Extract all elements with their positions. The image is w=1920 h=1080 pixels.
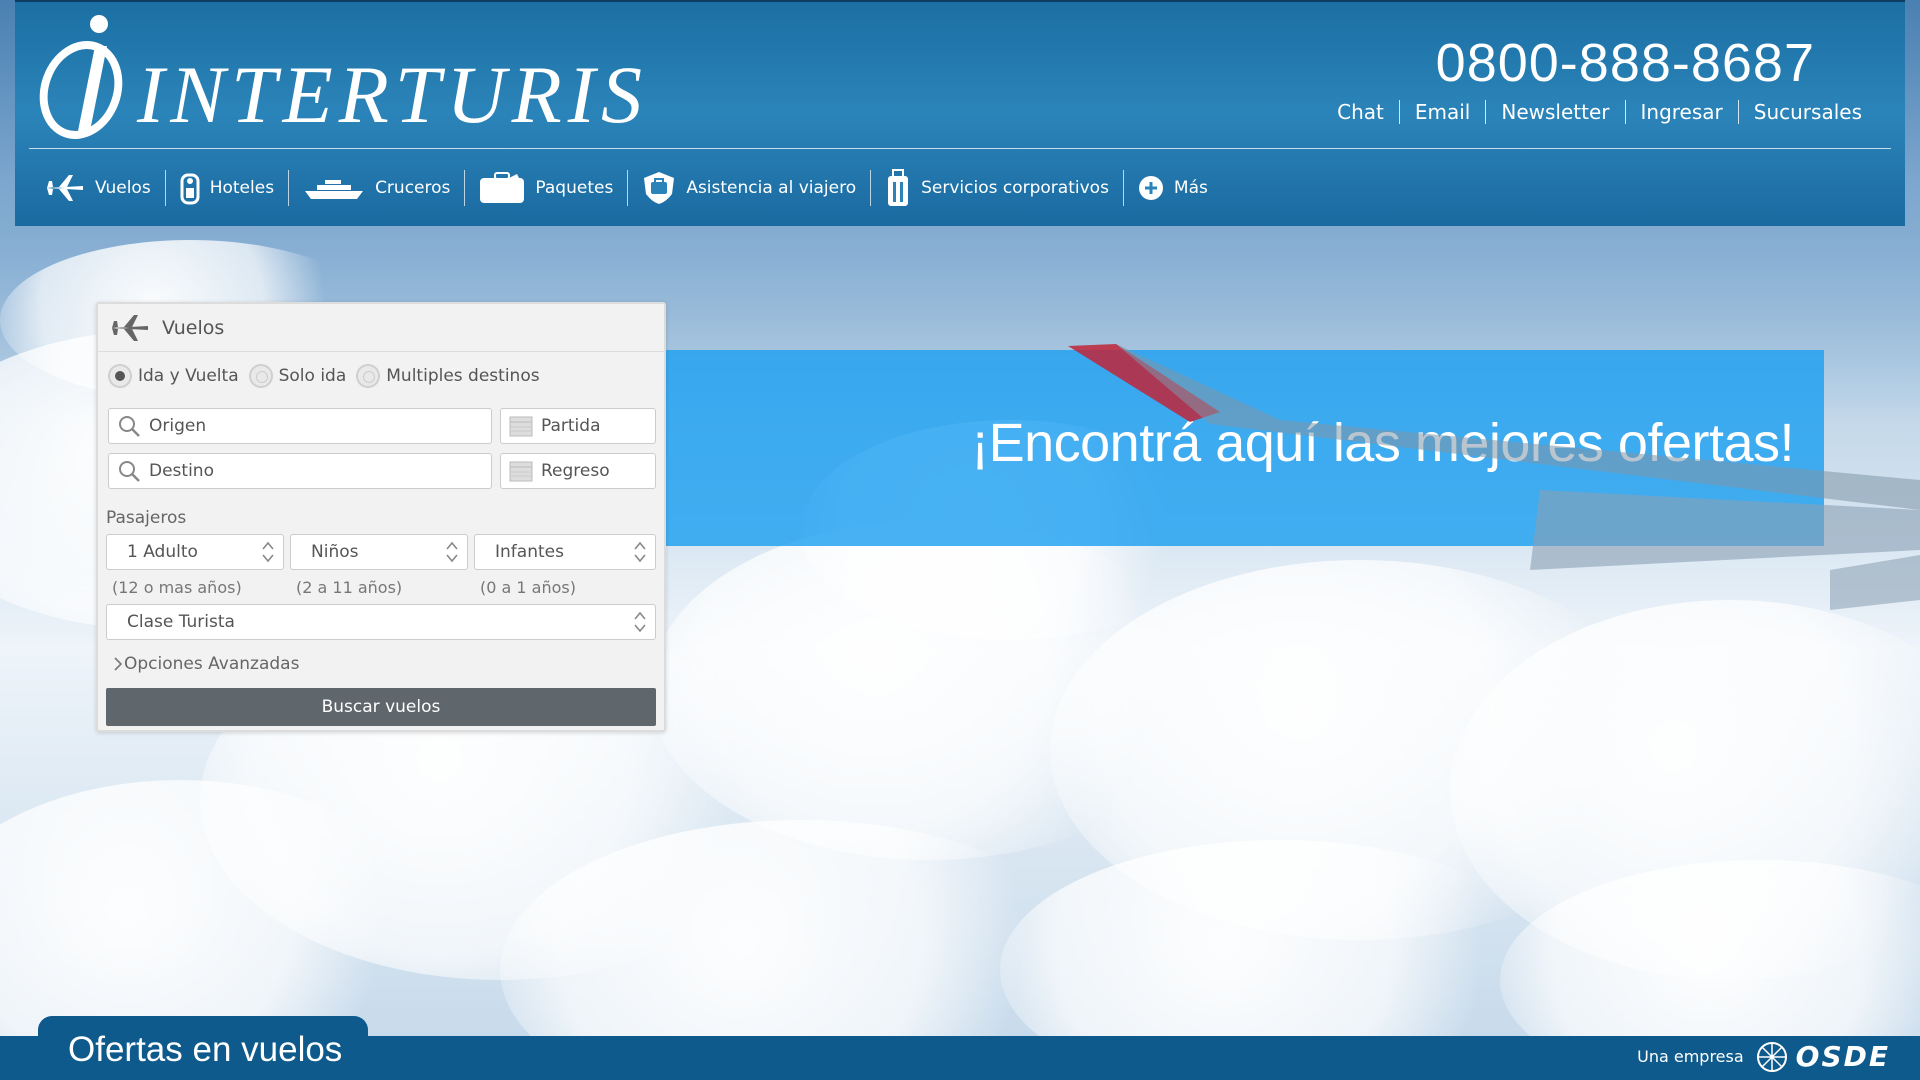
offers-tab[interactable]: Ofertas en vuelos bbox=[38, 1016, 368, 1080]
nav-label: Más bbox=[1173, 178, 1208, 198]
airplane-wing-image bbox=[1068, 344, 1920, 610]
suitcase-icon bbox=[480, 172, 525, 203]
radio-selected-icon[interactable] bbox=[108, 364, 132, 388]
trip-type-multi[interactable]: Multiples destinos bbox=[356, 364, 540, 388]
nav-item-vuelos[interactable]: Vuelos bbox=[45, 170, 165, 206]
brand-name: INTERTURIS bbox=[137, 49, 648, 140]
passengers-label: Pasajeros bbox=[106, 508, 187, 528]
destination-placeholder: Destino bbox=[149, 461, 214, 481]
brand-logo[interactable]: INTERTURIS bbox=[37, 12, 642, 142]
nav-label: Asistencia al viajero bbox=[686, 178, 857, 198]
infants-value: Infantes bbox=[495, 542, 564, 562]
chat-link[interactable]: Chat bbox=[1322, 100, 1399, 124]
login-link[interactable]: Ingresar bbox=[1624, 100, 1738, 124]
calendar-icon bbox=[509, 461, 533, 482]
nav-item-mas[interactable]: Más bbox=[1122, 170, 1222, 206]
nav-item-servicios[interactable]: Servicios corporativos bbox=[870, 169, 1123, 206]
company-logo: OSDE bbox=[1795, 1040, 1890, 1073]
chevron-updown-icon bbox=[634, 541, 646, 563]
phone-number[interactable]: 0800-888-8687 bbox=[1436, 32, 1815, 94]
radio-label: Ida y Vuelta bbox=[138, 366, 239, 386]
nav-item-paquetes[interactable]: Paquetes bbox=[464, 170, 627, 206]
search-title: Vuelos bbox=[162, 316, 225, 339]
search-icon bbox=[119, 461, 140, 482]
nav-label: Paquetes bbox=[535, 178, 614, 198]
chevron-right-icon bbox=[114, 657, 123, 671]
shield-icon bbox=[644, 172, 675, 204]
children-hint: (2 a 11 años) bbox=[296, 578, 403, 597]
company-badge: Una empresa OSDE bbox=[1637, 1040, 1890, 1073]
adults-value: 1 Adulto bbox=[127, 542, 198, 562]
radio-unselected-icon[interactable] bbox=[248, 364, 273, 388]
newsletter-link[interactable]: Newsletter bbox=[1485, 100, 1624, 124]
nav-label: Vuelos bbox=[95, 178, 151, 198]
children-select[interactable]: Niños bbox=[290, 534, 468, 570]
return-placeholder: Regreso bbox=[541, 461, 610, 481]
chevron-updown-icon bbox=[446, 541, 458, 563]
nav-item-cruceros[interactable]: Cruceros bbox=[288, 170, 464, 206]
advanced-options-label: Opciones Avanzadas bbox=[124, 654, 300, 674]
adults-hint: (12 o mas años) bbox=[112, 578, 242, 597]
search-header: Vuelos bbox=[98, 304, 664, 352]
top-links: Chat Email Newsletter Ingresar Sucursale… bbox=[1322, 100, 1877, 124]
adults-select[interactable]: 1 Adulto bbox=[106, 534, 284, 570]
origin-input[interactable]: Origen bbox=[108, 408, 492, 444]
hotel-tag-icon bbox=[180, 173, 200, 205]
trip-type-group: Ida y Vuelta Solo ida Multiples destinos bbox=[98, 352, 664, 388]
departure-date-input[interactable]: Partida bbox=[500, 408, 656, 444]
advanced-options-toggle[interactable]: Opciones Avanzadas bbox=[112, 654, 299, 674]
origin-placeholder: Origen bbox=[149, 416, 207, 436]
radio-unselected-icon[interactable] bbox=[356, 364, 381, 388]
infants-select[interactable]: Infantes bbox=[474, 534, 656, 570]
plane-icon bbox=[47, 175, 83, 201]
calendar-icon bbox=[509, 416, 533, 437]
trip-type-roundtrip[interactable]: Ida y Vuelta bbox=[108, 364, 239, 388]
nav-label: Hoteles bbox=[209, 178, 275, 198]
departure-placeholder: Partida bbox=[541, 416, 601, 436]
nav-item-hoteles[interactable]: Hoteles bbox=[164, 170, 288, 206]
class-select[interactable]: Clase Turista bbox=[106, 604, 656, 640]
children-value: Niños bbox=[311, 542, 359, 562]
return-date-input[interactable]: Regreso bbox=[500, 453, 656, 489]
email-link[interactable]: Email bbox=[1398, 100, 1486, 124]
ship-icon bbox=[305, 180, 364, 199]
nav-label: Servicios corporativos bbox=[921, 178, 1109, 198]
infants-hint: (0 a 1 años) bbox=[480, 578, 576, 597]
nav-item-asistencia[interactable]: Asistencia al viajero bbox=[627, 170, 870, 206]
class-value: Clase Turista bbox=[127, 612, 235, 632]
plus-circle-icon bbox=[1138, 176, 1163, 200]
main-nav: Vuelos Hoteles Cruceros Paquetes Asisten… bbox=[45, 164, 1222, 212]
flight-search-panel: Vuelos Ida y Vuelta Solo ida Multiples d… bbox=[96, 302, 666, 732]
osde-emblem-icon bbox=[1756, 1041, 1787, 1072]
radio-label: Multiples destinos bbox=[386, 366, 540, 386]
nav-label: Cruceros bbox=[375, 178, 451, 198]
chevron-updown-icon bbox=[262, 541, 274, 563]
destination-input[interactable]: Destino bbox=[108, 453, 492, 489]
briefcase-tall-icon bbox=[888, 169, 909, 206]
chevron-updown-icon bbox=[634, 611, 646, 633]
branches-link[interactable]: Sucursales bbox=[1737, 100, 1877, 124]
search-flights-button[interactable]: Buscar vuelos bbox=[106, 688, 656, 726]
search-icon bbox=[119, 416, 140, 437]
header-divider bbox=[29, 148, 1891, 149]
site-header: INTERTURIS 0800-888-8687 Chat Email News… bbox=[15, 0, 1905, 226]
logo-i-icon bbox=[39, 15, 123, 139]
radio-label: Solo ida bbox=[278, 366, 347, 386]
trip-type-oneway[interactable]: Solo ida bbox=[248, 364, 347, 388]
company-prefix: Una empresa bbox=[1637, 1047, 1744, 1066]
plane-icon bbox=[112, 314, 148, 341]
